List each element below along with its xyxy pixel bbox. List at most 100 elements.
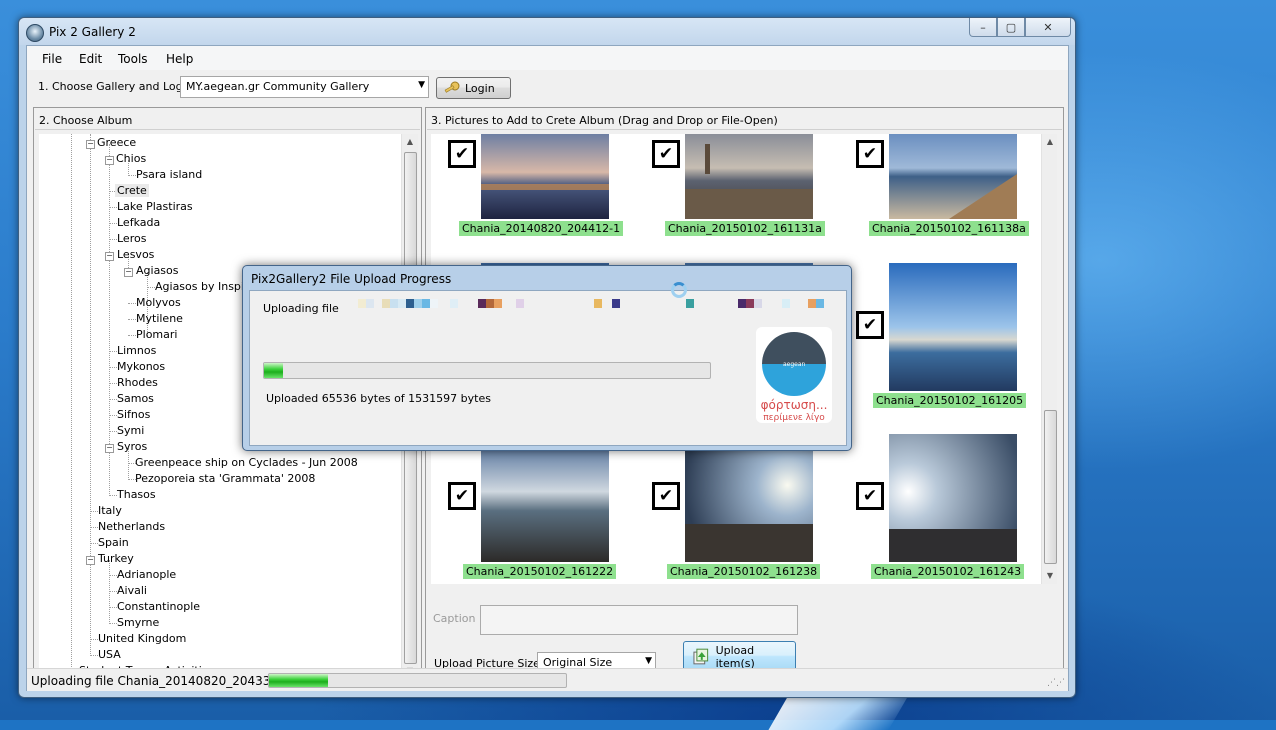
tree-item-mykonos[interactable]: Mykonos — [117, 360, 165, 373]
scrollbar-thumb[interactable] — [1044, 410, 1057, 564]
tree-item-chios[interactable]: Chios — [116, 152, 146, 165]
scroll-down-icon[interactable]: ▼ — [1042, 568, 1057, 584]
tree-item-pezoporeia[interactable]: Pezoporeia sta 'Grammata' 2008 — [135, 472, 315, 485]
dialog-progress-bar — [263, 362, 711, 379]
tree-item-constantinople[interactable]: Constantinople — [117, 600, 200, 613]
dialog-body: Uploading file Uploaded 65536 bytes of 1… — [249, 290, 847, 446]
tree-item-limnos[interactable]: Limnos — [117, 344, 156, 357]
picture-thumbnail[interactable] — [481, 434, 609, 562]
tree-item-lake-plastiras[interactable]: Lake Plastiras — [117, 200, 193, 213]
dialog-title[interactable]: Pix2Gallery2 File Upload Progress — [251, 272, 451, 286]
tree-item-greece[interactable]: Greece — [97, 136, 136, 149]
picture-checkbox[interactable]: ✔ — [448, 140, 476, 168]
picture-thumbnail[interactable] — [889, 263, 1017, 391]
tree-item-lesvos[interactable]: Lesvos — [117, 248, 154, 261]
loading-logo: aegean φόρτωση... περίμενε λίγο — [756, 327, 832, 423]
loading-logo-inner-text: aegean — [783, 361, 806, 368]
tree-item-crete[interactable]: Crete — [115, 184, 149, 197]
tree-item-lefkada[interactable]: Lefkada — [117, 216, 160, 229]
picture-checkbox[interactable]: ✔ — [652, 140, 680, 168]
picture-checkbox[interactable]: ✔ — [856, 311, 884, 339]
expander-chios[interactable]: − — [105, 156, 114, 165]
status-progress-fill — [269, 674, 329, 687]
gallery-select[interactable]: MY.aegean.gr Community Gallery ▼ — [180, 76, 429, 98]
tree-item-samos[interactable]: Samos — [117, 392, 154, 405]
picture-checkbox[interactable]: ✔ — [448, 482, 476, 510]
busy-cursor-icon — [671, 282, 687, 298]
tree-item-thasos[interactable]: Thasos — [117, 488, 156, 501]
picture-label: Chania_20150102_161222 — [463, 564, 617, 579]
tree-item-plomari[interactable]: Plomari — [136, 328, 177, 341]
login-button[interactable]: Login — [436, 77, 511, 99]
tree-item-mytilene[interactable]: Mytilene — [136, 312, 183, 325]
picture-thumbnail[interactable] — [685, 134, 813, 219]
title-bar[interactable]: Pix 2 Gallery 2 – ▢ ✕ — [19, 18, 1075, 45]
status-bar: Uploading file Chania_20140820_204337.jp… — [27, 668, 1068, 691]
gallery-label: 1. Choose Gallery and Login — [38, 80, 193, 93]
tree-item-aivali[interactable]: Aivali — [117, 584, 147, 597]
resize-grip-icon[interactable]: ⋰⋰ — [1047, 678, 1065, 688]
menu-file[interactable]: File — [42, 52, 62, 66]
login-label: Login — [465, 81, 495, 95]
tree-item-smyrne[interactable]: Smyrne — [117, 616, 159, 629]
picture-label: Chania_20150102_161243 — [871, 564, 1025, 579]
tree-item-psara-island[interactable]: Psara island — [136, 168, 202, 181]
tree-item-netherlands[interactable]: Netherlands — [98, 520, 165, 533]
tree-item-molyvos[interactable]: Molyvos — [136, 296, 181, 309]
tree-item-leros[interactable]: Leros — [117, 232, 146, 245]
chevron-down-icon: ▼ — [645, 656, 652, 666]
picture-checkbox[interactable]: ✔ — [856, 482, 884, 510]
dialog-progress-fill — [264, 363, 284, 378]
expander-turkey[interactable]: − — [86, 556, 95, 565]
picture-thumbnail[interactable] — [481, 134, 609, 219]
dialog-bytes-text: Uploaded 65536 bytes of 1531597 bytes — [266, 392, 491, 405]
tree-item-adrianople[interactable]: Adrianople — [117, 568, 176, 581]
expander-greece[interactable]: − — [86, 140, 95, 149]
picture-checkbox[interactable]: ✔ — [856, 140, 884, 168]
tree-item-usa[interactable]: USA — [98, 648, 121, 661]
app-icon — [26, 24, 44, 42]
tree-item-spain[interactable]: Spain — [98, 536, 129, 549]
tree-item-turkey[interactable]: Turkey — [98, 552, 134, 565]
picture-label: Chania_20150102_161205 — [873, 393, 1027, 408]
minimize-button[interactable]: – — [969, 18, 997, 37]
picture-thumbnail[interactable] — [889, 134, 1017, 219]
tree-item-rhodes[interactable]: Rhodes — [117, 376, 158, 389]
status-progress-bar — [268, 673, 567, 688]
window-title: Pix 2 Gallery 2 — [49, 25, 136, 39]
dialog-uploading-label: Uploading file — [263, 302, 339, 315]
caption-input[interactable] — [480, 605, 798, 635]
upload-items-label: Upload item(s) — [715, 643, 755, 670]
chevron-down-icon: ▼ — [418, 80, 425, 90]
tree-item-italy[interactable]: Italy — [98, 504, 122, 517]
status-text: Uploading file Chania_20140820_204337.jp… — [31, 674, 301, 688]
tree-item-united-kingdom[interactable]: United Kingdom — [98, 632, 186, 645]
menu-edit[interactable]: Edit — [79, 52, 102, 66]
menu-tools[interactable]: Tools — [118, 52, 148, 66]
tree-item-sifnos[interactable]: Sifnos — [117, 408, 150, 421]
expander-agiasos[interactable]: − — [124, 268, 133, 277]
menu-help[interactable]: Help — [166, 52, 193, 66]
pictures-panel-header: 3. Pictures to Add to Crete Album (Drag … — [431, 114, 778, 127]
tree-item-greenpeace-ship[interactable]: Greenpeace ship on Cyclades - Jun 2008 — [135, 456, 358, 469]
maximize-button[interactable]: ▢ — [997, 18, 1025, 37]
loading-logo-text: φόρτωση... — [760, 398, 828, 412]
picture-label: Chania_20150102_161138a — [869, 221, 1029, 236]
expander-syros[interactable]: − — [105, 444, 114, 453]
gallery-select-value: MY.aegean.gr Community Gallery — [186, 80, 370, 93]
scroll-up-icon[interactable]: ▲ — [402, 134, 418, 150]
picture-thumbnail[interactable] — [685, 434, 813, 562]
tree-item-agiasos[interactable]: Agiasos — [136, 264, 179, 277]
picture-thumbnail[interactable] — [889, 434, 1017, 562]
scroll-up-icon[interactable]: ▲ — [1042, 134, 1057, 150]
picture-label: Chania_20150102_161238 — [667, 564, 821, 579]
expander-lesvos[interactable]: − — [105, 252, 114, 261]
album-panel-header: 2. Choose Album — [39, 114, 133, 127]
picture-grid-scrollbar[interactable]: ▲ ▼ — [1041, 134, 1057, 584]
picture-checkbox[interactable]: ✔ — [652, 482, 680, 510]
close-button[interactable]: ✕ — [1025, 18, 1071, 37]
key-icon — [444, 81, 460, 93]
tree-item-symi[interactable]: Symi — [117, 424, 144, 437]
tree-item-syros[interactable]: Syros — [117, 440, 147, 453]
upload-progress-dialog: Pix2Gallery2 File Upload Progress Upload… — [242, 265, 852, 451]
